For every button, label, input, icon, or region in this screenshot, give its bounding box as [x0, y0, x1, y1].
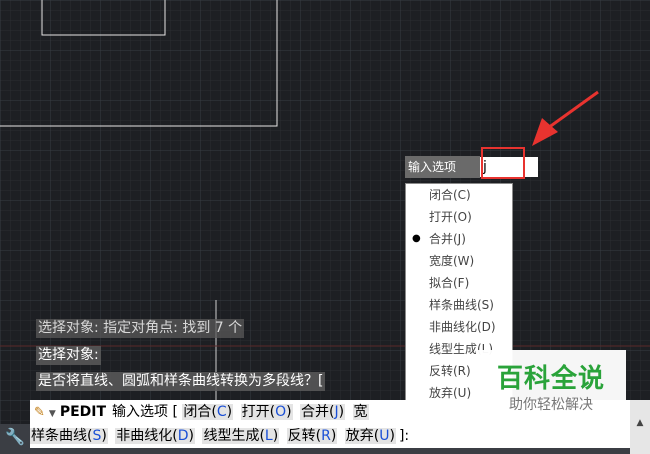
command-prompt: 输入选项 [ — [112, 404, 178, 420]
pencil-icon: ✎ — [34, 405, 45, 420]
status-strip — [30, 448, 630, 454]
menu-item-label: 反转(R) — [429, 364, 471, 378]
watermark: 百科全说 助你轻松解决 — [476, 350, 626, 426]
watermark-subtitle: 助你轻松解决 — [509, 397, 593, 413]
option-name: 非曲线化 — [116, 428, 173, 444]
menu-item-width[interactable]: 宽度(W) — [406, 250, 512, 272]
command-line-row-2[interactable]: 样条曲线(S) 非曲线化(D) 线型生成(L) 反转(R) 放弃(U)]: — [30, 424, 630, 448]
menu-item-join[interactable]: ● 合并(J) — [406, 228, 512, 250]
option-key: U — [379, 428, 390, 444]
annotation-highlight-box — [481, 147, 525, 179]
menu-item-label: 合并(J) — [429, 232, 466, 246]
option-open[interactable]: 打开(O) — [240, 404, 293, 420]
option-key: R — [321, 428, 331, 444]
command-suffix: ]: — [398, 428, 410, 444]
command-name: PEDIT — [59, 404, 107, 420]
command-scrollbar[interactable]: ▲ — [630, 400, 650, 454]
menu-item-decurve[interactable]: 非曲线化(D) — [406, 316, 512, 338]
wrench-icon[interactable]: 🔧 — [0, 424, 30, 454]
menu-item-label: 宽度(W) — [429, 254, 475, 268]
option-name: 闭合 — [183, 404, 212, 420]
option-reverse[interactable]: 反转(R) — [286, 428, 338, 444]
dynamic-input-label: 输入选项 — [405, 156, 480, 178]
command-history-line-1: 选择对象: 指定对角点: 找到 7 个 — [36, 319, 245, 338]
option-width[interactable]: 宽 — [352, 404, 369, 420]
option-name: 反转 — [287, 428, 316, 444]
option-decurve[interactable]: 非曲线化(D) — [115, 428, 195, 444]
option-spline[interactable]: 样条曲线(S) — [30, 428, 108, 444]
option-name: 样条曲线 — [31, 428, 87, 444]
selected-bullet-icon: ● — [412, 233, 421, 244]
option-key: S — [92, 428, 102, 444]
option-key: O — [275, 404, 287, 420]
menu-item-fit[interactable]: 拟合(F) — [406, 272, 512, 294]
option-key: C — [216, 404, 227, 420]
option-key: L — [264, 428, 273, 444]
option-ltype-gen[interactable]: 线型生成(L) — [202, 428, 280, 444]
menu-item-label: 样条曲线(S) — [429, 298, 494, 312]
option-name: 合并 — [301, 404, 330, 420]
option-name: 打开 — [241, 404, 270, 420]
scroll-up-icon[interactable]: ▲ — [630, 418, 650, 428]
menu-item-label: 打开(O) — [429, 210, 472, 224]
command-history-line-2: 选择对象: — [36, 346, 101, 365]
option-name: 放弃 — [345, 428, 374, 444]
menu-item-label: 拟合(F) — [429, 276, 470, 290]
menu-item-close[interactable]: 闭合(C) — [406, 184, 512, 206]
watermark-title: 百科全说 — [496, 364, 605, 394]
menu-item-label: 闭合(C) — [429, 188, 471, 202]
menu-item-label: 放弃(U) — [429, 386, 472, 400]
menu-item-spline[interactable]: 样条曲线(S) — [406, 294, 512, 316]
option-undo[interactable]: 放弃(U) — [344, 428, 396, 444]
command-history-line-3: 是否将直线、圆弧和样条曲线转换为多段线？[ — [36, 372, 326, 391]
option-key: D — [177, 428, 189, 444]
caret-down-icon[interactable]: ▼ — [49, 402, 56, 424]
option-key: J — [334, 404, 339, 420]
option-name: 宽 — [353, 404, 368, 420]
option-name: 线型生成 — [203, 428, 260, 444]
option-close[interactable]: 闭合(C) — [182, 404, 234, 420]
menu-item-label: 非曲线化(D) — [429, 320, 496, 334]
option-join[interactable]: 合并(J) — [300, 404, 346, 420]
menu-item-open[interactable]: 打开(O) — [406, 206, 512, 228]
